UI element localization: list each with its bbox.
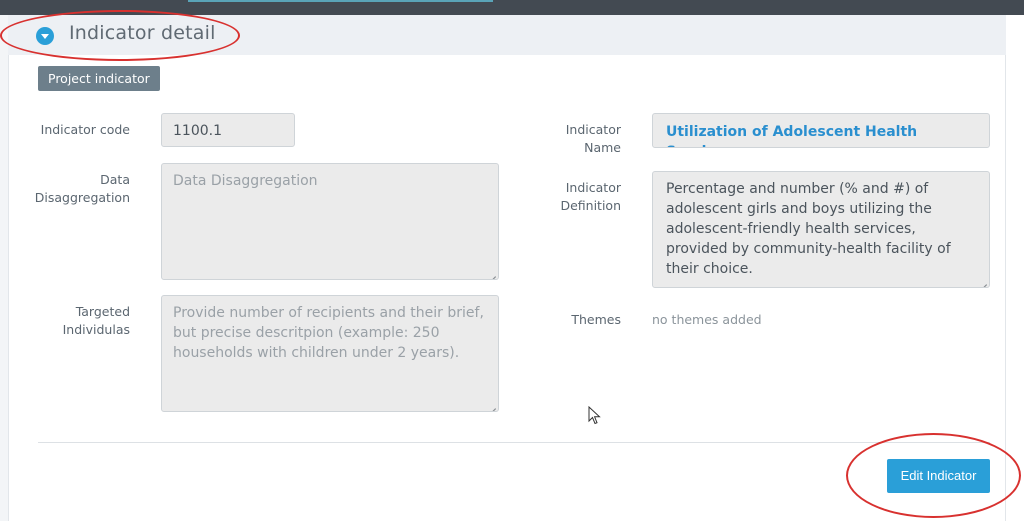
panel-title[interactable]: Indicator detail — [69, 22, 216, 44]
active-tab-indicator — [188, 0, 493, 2]
themes-value: no themes added — [652, 312, 762, 327]
themes-label: Themes — [571, 312, 621, 327]
edit-indicator-button[interactable]: Edit Indicator — [887, 459, 990, 493]
targeted-individuals-label: Targeted Individulas — [62, 304, 130, 337]
indicator-name-label: Indicator Name — [565, 122, 621, 155]
indicator-definition-text: Percentage and number (% and #) of adole… — [666, 181, 951, 277]
data-disaggregation-placeholder: Data Disaggregation — [173, 173, 318, 189]
targeted-individuals-textarea[interactable]: Provide number of recipients and their b… — [161, 295, 499, 412]
section-divider — [38, 442, 990, 443]
targeted-individuals-placeholder: Provide number of recipients and their b… — [173, 305, 484, 361]
top-navigation-bar — [0, 0, 1024, 15]
indicator-code-label: Indicator code — [40, 122, 130, 137]
collapse-toggle-icon[interactable] — [36, 27, 54, 45]
resize-handle-icon[interactable] — [488, 401, 496, 409]
mouse-cursor-icon — [588, 406, 601, 425]
indicator-name-field[interactable]: Utilization of Adolescent Health Service… — [652, 113, 990, 148]
resize-handle-icon[interactable] — [979, 277, 987, 285]
project-indicator-badge: Project indicator — [38, 66, 160, 91]
indicator-code-field[interactable]: 1100.1 — [161, 113, 295, 147]
indicator-definition-textarea[interactable]: Percentage and number (% and #) of adole… — [652, 171, 990, 288]
data-disaggregation-label: Data Disaggregation — [34, 172, 130, 205]
indicator-definition-label: Indicator Definition — [560, 180, 621, 213]
resize-handle-icon[interactable] — [488, 269, 496, 277]
left-gutter — [0, 15, 8, 521]
data-disaggregation-textarea[interactable]: Data Disaggregation — [161, 163, 499, 280]
right-gutter — [1006, 15, 1024, 521]
